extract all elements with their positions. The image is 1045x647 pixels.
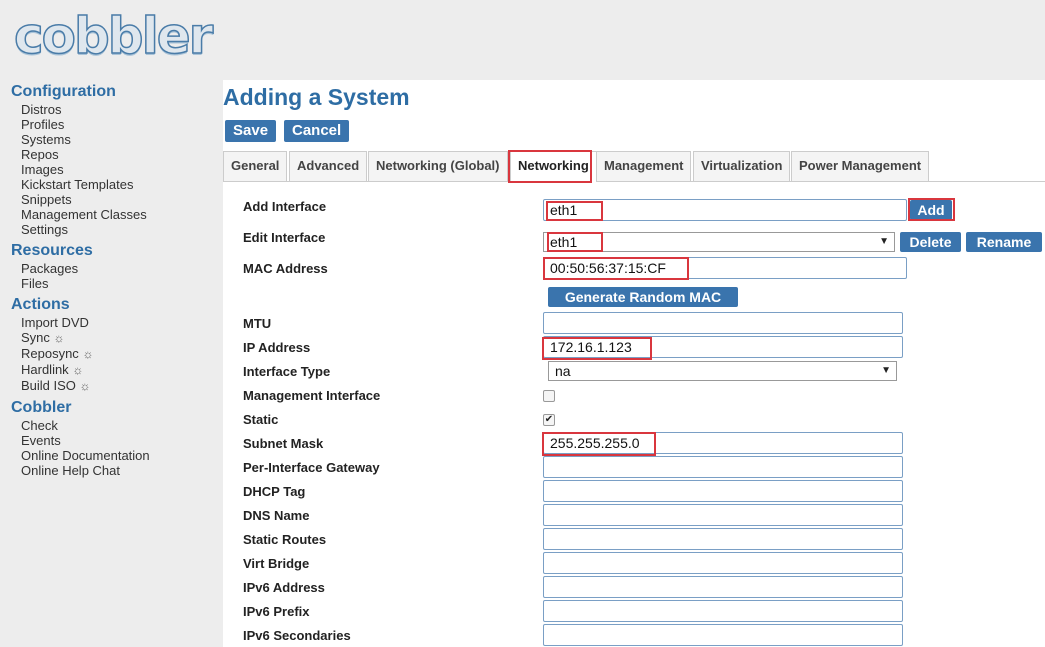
dropdown-arrow-icon: ▼ xyxy=(881,365,891,376)
mtu-input[interactable] xyxy=(543,312,903,334)
per-interface-gateway-input[interactable] xyxy=(543,456,903,478)
ipv6-address-input[interactable] xyxy=(543,576,903,598)
gear-icon: ☼ xyxy=(79,379,91,393)
sidebar-item-profiles[interactable]: Profiles xyxy=(21,117,211,132)
sidebar-item-hardlink[interactable]: Hardlink ☼ xyxy=(21,362,211,378)
ipv6-prefix-label: IPv6 Prefix xyxy=(243,604,310,619)
tab-networking[interactable]: Networking xyxy=(510,151,597,182)
dhcp-tag-input[interactable] xyxy=(543,480,903,502)
static-routes-label: Static Routes xyxy=(243,532,327,547)
dropdown-arrow-icon: ▼ xyxy=(879,236,889,247)
sidebar-heading: Cobbler xyxy=(11,399,72,416)
edit-interface-value: eth1 xyxy=(550,234,578,250)
page-title: Adding a System xyxy=(223,84,410,110)
sidebar-item-kickstart-templates[interactable]: Kickstart Templates xyxy=(21,177,211,192)
subnet-mask-label: Subnet Mask xyxy=(243,436,324,451)
sidebar-item-packages[interactable]: Packages xyxy=(21,261,211,276)
sidebar-item-settings[interactable]: Settings xyxy=(21,222,211,237)
ip-address-label: IP Address xyxy=(243,340,311,355)
sidebar-item-label: Hardlink xyxy=(21,362,69,377)
sidebar-heading: Actions xyxy=(11,296,70,313)
management-interface-label: Management Interface xyxy=(243,388,381,403)
sidebar-item-online-help-chat[interactable]: Online Help Chat xyxy=(21,463,211,478)
sidebar-heading: Resources xyxy=(11,242,93,259)
interface-type-label: Interface Type xyxy=(243,364,331,379)
tab-networking-global[interactable]: Networking (Global) xyxy=(368,151,508,181)
save-button[interactable]: Save xyxy=(225,120,277,142)
static-label: Static xyxy=(243,412,279,427)
per-interface-gateway-label: Per-Interface Gateway xyxy=(243,460,380,475)
gear-icon: ☼ xyxy=(72,363,84,377)
sidebar-section-actions: Actions Import DVD Sync ☼ Reposync ☼ Har… xyxy=(11,295,211,394)
sidebar-item-label: Reposync xyxy=(21,346,79,361)
add-interface-label: Add Interface xyxy=(243,199,327,214)
tab-virtualization[interactable]: Virtualization xyxy=(693,151,791,181)
ipv6-secondaries-label: IPv6 Secondaries xyxy=(243,628,351,643)
virt-bridge-input[interactable] xyxy=(543,552,903,574)
cancel-button[interactable]: Cancel xyxy=(284,120,350,142)
virt-bridge-label: Virt Bridge xyxy=(243,556,310,571)
ipv6-prefix-input[interactable] xyxy=(543,600,903,622)
mtu-label: MTU xyxy=(243,316,272,331)
edit-interface-label: Edit Interface xyxy=(243,230,326,245)
sidebar-item-check[interactable]: Check xyxy=(21,418,211,433)
edit-interface-select[interactable]: eth1 ▼ xyxy=(543,232,895,252)
management-interface-checkbox[interactable] xyxy=(543,390,555,402)
sidebar-item-sync[interactable]: Sync ☼ xyxy=(21,330,211,346)
sidebar-item-repos[interactable]: Repos xyxy=(21,147,211,162)
sidebar-heading: Configuration xyxy=(11,83,116,100)
dns-name-label: DNS Name xyxy=(243,508,310,523)
tab-general[interactable]: General xyxy=(223,151,288,181)
tab-power-management[interactable]: Power Management xyxy=(791,151,930,181)
interface-type-select[interactable]: na ▼ xyxy=(548,361,897,381)
sidebar-item-label: Build ISO xyxy=(21,378,76,393)
static-checkbox[interactable]: ✔ xyxy=(543,414,555,426)
mac-address-input[interactable] xyxy=(543,257,907,279)
delete-interface-button[interactable]: Delete xyxy=(900,232,961,252)
rename-interface-button[interactable]: Rename xyxy=(966,232,1042,252)
sidebar: Configuration Distros Profiles Systems R… xyxy=(11,82,211,482)
sidebar-item-systems[interactable]: Systems xyxy=(21,132,211,147)
sidebar-item-images[interactable]: Images xyxy=(21,162,211,177)
sidebar-item-files[interactable]: Files xyxy=(21,276,211,291)
mac-address-label: MAC Address xyxy=(243,261,328,276)
checkmark-icon: ✔ xyxy=(544,414,554,425)
cobbler-logo: cobbler xyxy=(13,6,214,66)
ip-address-input[interactable] xyxy=(543,336,903,358)
interface-type-value: na xyxy=(555,363,571,379)
sidebar-item-online-documentation[interactable]: Online Documentation xyxy=(21,448,211,463)
add-interface-input[interactable] xyxy=(543,199,907,221)
dhcp-tag-label: DHCP Tag xyxy=(243,484,306,499)
ipv6-secondaries-input[interactable] xyxy=(543,624,903,646)
sidebar-section-cobbler: Cobbler Check Events Online Documentatio… xyxy=(11,398,211,478)
main-panel: Adding a System Save Cancel General Adva… xyxy=(223,80,1045,647)
dns-name-input[interactable] xyxy=(543,504,903,526)
tab-management[interactable]: Management xyxy=(596,151,692,181)
sidebar-item-build-iso[interactable]: Build ISO ☼ xyxy=(21,378,211,394)
static-routes-input[interactable] xyxy=(543,528,903,550)
logo-text: cobbler xyxy=(13,6,214,66)
gear-icon: ☼ xyxy=(82,347,94,361)
add-interface-button[interactable]: Add xyxy=(910,200,952,220)
tab-bar: General Advanced Networking (Global) Net… xyxy=(223,151,1045,182)
sidebar-item-distros[interactable]: Distros xyxy=(21,102,211,117)
generate-random-mac-button[interactable]: Generate Random MAC xyxy=(548,287,738,307)
sidebar-section-resources: Resources Packages Files xyxy=(11,241,211,291)
ipv6-address-label: IPv6 Address xyxy=(243,580,325,595)
sidebar-item-snippets[interactable]: Snippets xyxy=(21,192,211,207)
sidebar-section-configuration: Configuration Distros Profiles Systems R… xyxy=(11,82,211,237)
tab-advanced[interactable]: Advanced xyxy=(289,151,368,181)
sidebar-item-management-classes[interactable]: Management Classes xyxy=(21,207,211,222)
gear-icon: ☼ xyxy=(53,331,65,345)
sidebar-item-reposync[interactable]: Reposync ☼ xyxy=(21,346,211,362)
sidebar-item-import-dvd[interactable]: Import DVD xyxy=(21,315,211,330)
sidebar-item-label: Sync xyxy=(21,330,50,345)
subnet-mask-input[interactable] xyxy=(543,432,903,454)
sidebar-item-events[interactable]: Events xyxy=(21,433,211,448)
